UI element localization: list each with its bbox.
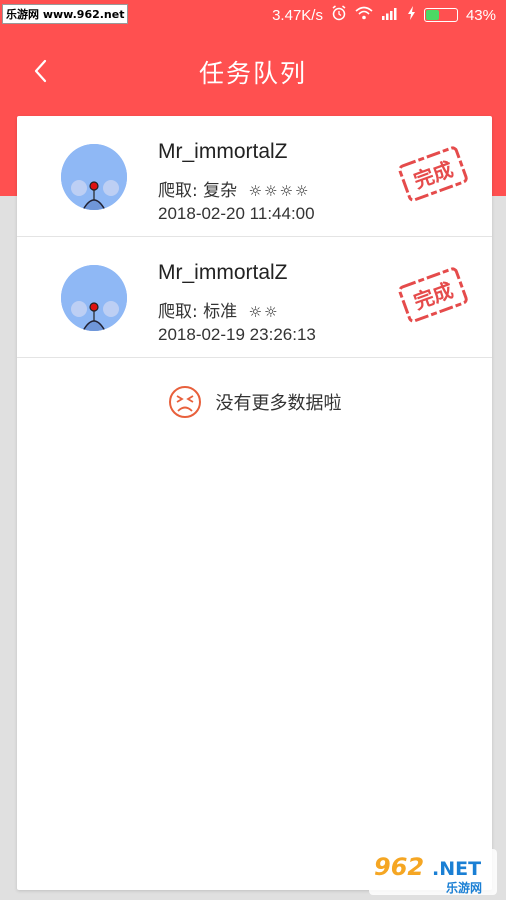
completed-stamp-icon: 完成 bbox=[398, 146, 468, 202]
task-row[interactable]: Mr_immortalZ 爬取: 标准 ☼☼ 2018-02-19 23:26:… bbox=[17, 237, 492, 358]
no-more-data: 没有更多数据啦 bbox=[17, 382, 492, 422]
charging-icon bbox=[407, 6, 416, 24]
crawl-label: 爬取: 复杂 bbox=[158, 181, 238, 201]
status-bar: 乐游网 www.962.net 3.47K/s 43% bbox=[0, 0, 506, 30]
battery-level bbox=[425, 10, 439, 20]
crawl-label: 爬取: 标准 bbox=[158, 302, 238, 322]
task-crawl-level: 爬取: 标准 ☼☼ bbox=[158, 297, 279, 322]
battery-percent: 43% bbox=[465, 6, 496, 24]
site-watermark-logo: 962 .NET 乐游网 bbox=[369, 849, 497, 895]
difficulty-stars: ☼☼☼☼ bbox=[248, 182, 311, 200]
empty-message: 没有更多数据啦 bbox=[215, 393, 342, 414]
task-user-name: Mr_immortalZ bbox=[158, 140, 288, 163]
difficulty-stars: ☼☼ bbox=[248, 303, 280, 321]
avatar bbox=[61, 144, 127, 210]
watermark-logo-net: .NET bbox=[432, 858, 481, 880]
sad-face-icon bbox=[168, 386, 201, 418]
signal-icon bbox=[381, 6, 399, 24]
status-icons: 3.47K/s 43% bbox=[272, 5, 496, 25]
page-title: 任务队列 bbox=[198, 59, 307, 88]
task-timestamp: 2018-02-19 23:26:13 bbox=[158, 325, 316, 344]
task-crawl-level: 爬取: 复杂 ☼☼☼☼ bbox=[158, 176, 310, 201]
avatar bbox=[61, 265, 127, 331]
completed-stamp-icon: 完成 bbox=[398, 267, 468, 323]
watermark-logo-sub: 乐游网 bbox=[446, 880, 482, 895]
task-user-name: Mr_immortalZ bbox=[158, 261, 288, 284]
battery-icon bbox=[423, 8, 458, 22]
alarm-icon bbox=[331, 5, 347, 25]
watermark-logo-number: 962 bbox=[374, 853, 424, 881]
watermark-label: 乐游网 www.962.net bbox=[2, 4, 129, 24]
task-list-card: Mr_immortalZ 爬取: 复杂 ☼☼☼☼ 2018-02-20 11:4… bbox=[17, 116, 492, 890]
network-speed: 3.47K/s bbox=[272, 6, 323, 24]
task-timestamp: 2018-02-20 11:44:00 bbox=[158, 204, 315, 223]
app-header: 任务队列 bbox=[0, 38, 506, 104]
wifi-icon bbox=[355, 6, 373, 24]
task-row[interactable]: Mr_immortalZ 爬取: 复杂 ☼☼☼☼ 2018-02-20 11:4… bbox=[17, 116, 492, 237]
